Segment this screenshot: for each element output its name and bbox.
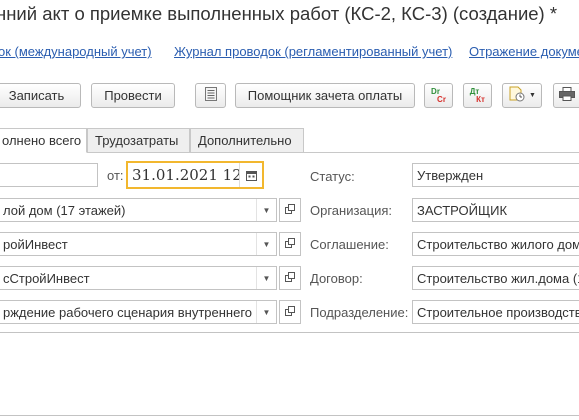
post-button-label: Провести bbox=[104, 88, 162, 103]
contractor-field[interactable]: сСтройИнвест ▼ bbox=[0, 266, 277, 290]
tab-labor-costs[interactable]: Трудозатраты bbox=[87, 128, 190, 153]
save-button-label: Записать bbox=[8, 88, 65, 103]
open-scenario-button[interactable] bbox=[279, 300, 301, 324]
calendar-icon[interactable] bbox=[239, 163, 262, 187]
contract-value: Строительство жил.дома (1 bbox=[417, 270, 579, 286]
open-icon bbox=[285, 201, 295, 219]
chevron-down-icon[interactable]: ▼ bbox=[256, 199, 276, 221]
dt-kt-button[interactable]: Дт Кт bbox=[463, 83, 492, 108]
chevron-down-icon[interactable]: ▼ bbox=[256, 301, 276, 323]
contract-label: Договор: bbox=[310, 271, 363, 286]
document-clock-icon bbox=[508, 86, 526, 105]
cr-icon: Cr bbox=[437, 94, 446, 104]
tab-label: Дополнительно bbox=[198, 133, 292, 148]
comment-textarea[interactable] bbox=[0, 332, 579, 416]
create-based-on-button[interactable]: ▼ bbox=[502, 83, 542, 108]
link-document-reflection[interactable]: Отражение докуме bbox=[469, 44, 579, 59]
date-value: 31.01.2021 12:0 bbox=[132, 166, 257, 184]
status-value: Утвержден bbox=[417, 167, 484, 183]
link-regulated-journal[interactable]: Журнал проводок (регламентированный учет… bbox=[174, 44, 452, 59]
scenario-value: рждение рабочего сценария внутреннего bbox=[3, 304, 253, 320]
tab-label: Трудозатраты bbox=[95, 133, 179, 148]
agreement-value: Строительство жилого дома bbox=[417, 236, 579, 252]
department-field[interactable]: Строительное производство bbox=[412, 300, 579, 324]
dr-cr-button[interactable]: Dr Cr bbox=[424, 83, 453, 108]
tab-executed-total[interactable]: олнено всего bbox=[0, 128, 87, 153]
agreement-field[interactable]: Строительство жилого дома bbox=[412, 232, 579, 256]
payment-assistant-label: Помощник зачета оплаты bbox=[247, 88, 403, 103]
number-field[interactable] bbox=[0, 163, 98, 187]
organization-field[interactable]: ЗАСТРОЙЩИК bbox=[412, 198, 579, 222]
chevron-down-icon[interactable]: ▼ bbox=[256, 233, 276, 255]
open-icon bbox=[285, 269, 295, 287]
document-list-icon bbox=[204, 87, 217, 104]
department-value: Строительное производство bbox=[417, 304, 579, 320]
date-prefix-label: от: bbox=[107, 168, 124, 183]
organization-value: ЗАСТРОЙЩИК bbox=[417, 202, 508, 218]
save-button[interactable]: Записать bbox=[0, 83, 81, 108]
open-object-button[interactable] bbox=[279, 198, 301, 222]
print-button[interactable] bbox=[553, 83, 579, 108]
contractor-value: сСтройИнвест bbox=[3, 270, 90, 286]
status-field[interactable]: Утвержден bbox=[412, 163, 579, 187]
open-contractor-button[interactable] bbox=[279, 266, 301, 290]
kt-icon: Кт bbox=[476, 94, 485, 104]
contract-field[interactable]: Строительство жил.дома (1 bbox=[412, 266, 579, 290]
open-customer-button[interactable] bbox=[279, 232, 301, 256]
post-button[interactable]: Провести bbox=[91, 83, 175, 108]
organization-label: Организация: bbox=[310, 203, 393, 218]
chevron-down-icon: ▼ bbox=[529, 92, 536, 99]
printer-icon bbox=[559, 87, 575, 104]
open-icon bbox=[285, 303, 295, 321]
open-icon bbox=[285, 235, 295, 253]
tab-label: олнено всего bbox=[2, 133, 82, 148]
chevron-down-icon[interactable]: ▼ bbox=[256, 267, 276, 289]
status-label: Статус: bbox=[310, 169, 355, 184]
print-list-button[interactable] bbox=[195, 83, 226, 108]
scenario-field[interactable]: рждение рабочего сценария внутреннего ▼ bbox=[0, 300, 277, 324]
date-field[interactable]: 31.01.2021 12:0 bbox=[126, 161, 264, 189]
tab-additional[interactable]: Дополнительно bbox=[190, 128, 304, 153]
customer-value: ройИнвест bbox=[3, 236, 68, 252]
agreement-label: Соглашение: bbox=[310, 237, 389, 252]
object-field[interactable]: лой дом (17 этажей) ▼ bbox=[0, 198, 277, 222]
page-title: нний акт о приемке выполненных работ (КС… bbox=[0, 3, 558, 24]
payment-assistant-button[interactable]: Помощник зачета оплаты bbox=[235, 83, 415, 108]
link-intl-journal[interactable]: ок (международный учет) bbox=[0, 44, 152, 59]
department-label: Подразделение: bbox=[310, 305, 409, 320]
customer-field[interactable]: ройИнвест ▼ bbox=[0, 232, 277, 256]
object-value: лой дом (17 этажей) bbox=[3, 202, 126, 218]
